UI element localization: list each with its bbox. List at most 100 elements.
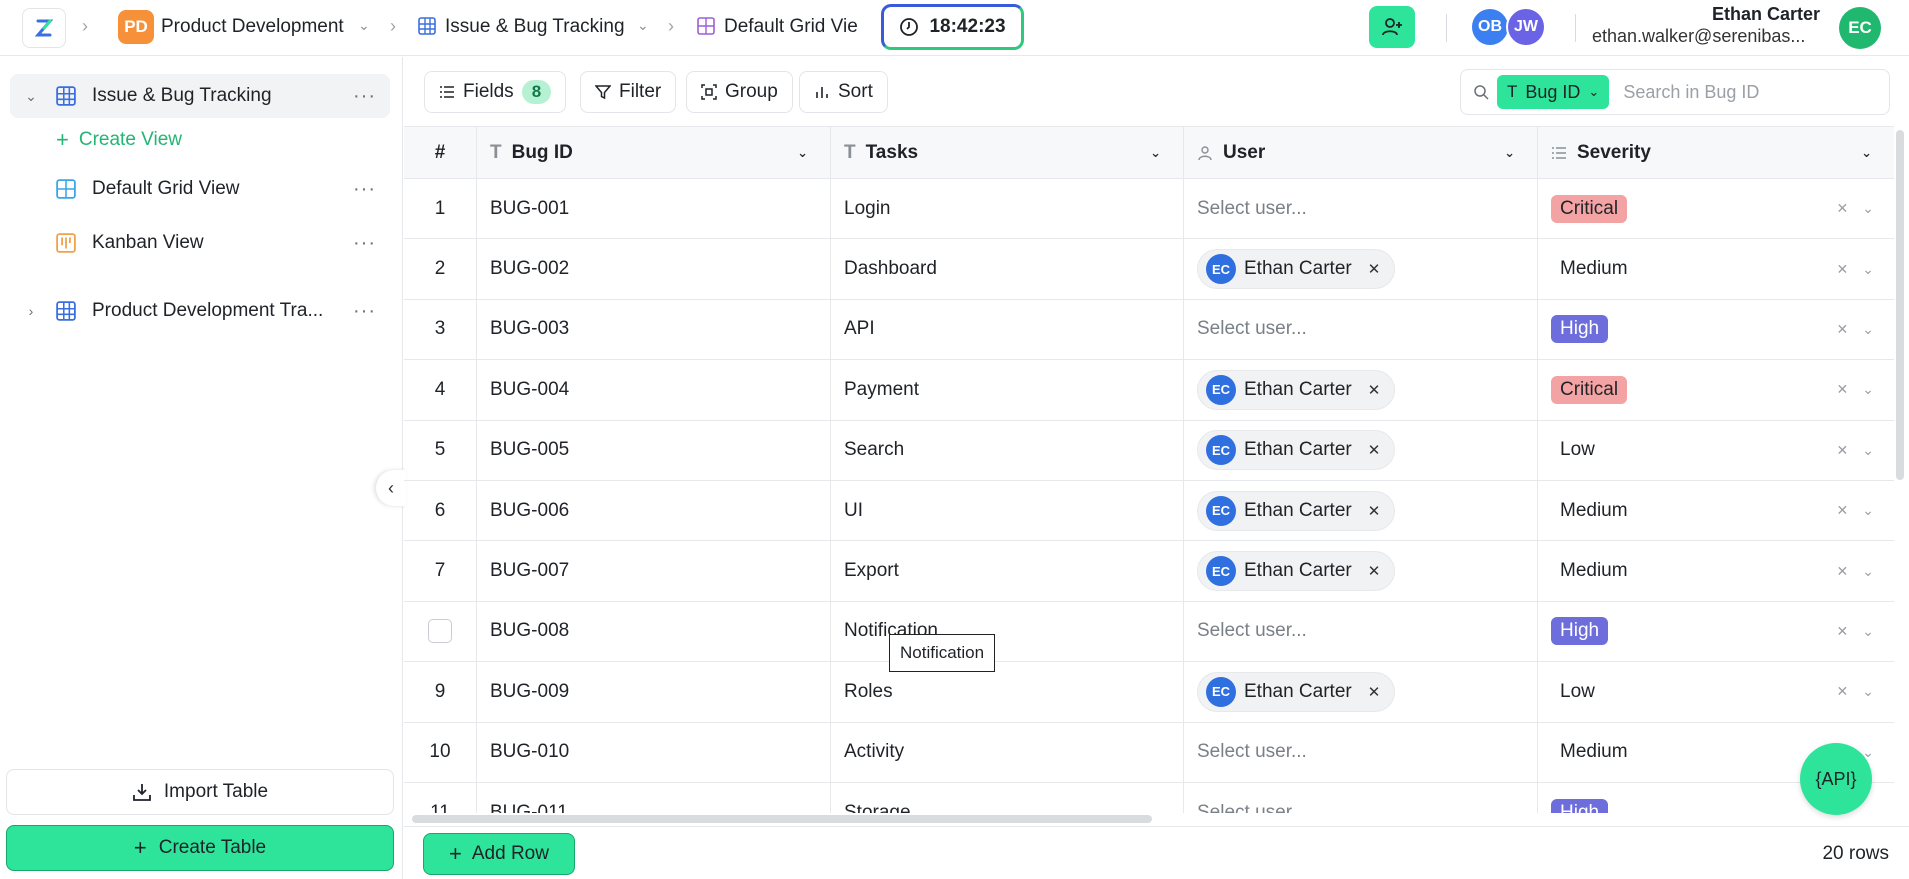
filter-button[interactable]: Filter [580, 71, 677, 113]
user-cell[interactable]: EC Ethan Carter ✕ [1184, 481, 1538, 541]
severity-cell[interactable]: Critical ✕ ⌄ [1538, 360, 1894, 419]
severity-cell[interactable]: High ✕ ⌄ [1538, 300, 1894, 359]
severity-cell[interactable]: Medium ✕ ⌄ [1538, 481, 1894, 540]
chevron-down-icon[interactable]: ⌄ [1862, 442, 1874, 459]
table-row[interactable]: 10BUG-010ActivitySelect user...Medium✕⌄ [404, 722, 1894, 783]
task-cell[interactable]: Payment [831, 360, 1184, 420]
row-number-cell[interactable]: 10 [404, 722, 477, 782]
remove-icon[interactable]: ✕ [1368, 502, 1381, 520]
clear-icon[interactable]: ✕ [1837, 200, 1849, 217]
fields-button[interactable]: Fields 8 [424, 71, 567, 113]
more-options-icon[interactable]: ··· [353, 178, 376, 201]
sidebar-table-issue-bug-tracking[interactable]: ⌄ Issue & Bug Tracking ··· [10, 74, 390, 118]
severity-cell[interactable]: Medium ✕ ⌄ [1538, 541, 1894, 600]
chevron-down-icon[interactable]: ⌄ [1504, 145, 1515, 161]
user-cell[interactable]: EC Ethan Carter ✕ [1184, 541, 1538, 601]
row-number-cell[interactable]: 9 [404, 662, 477, 722]
column-header-user[interactable]: User ⌄ [1184, 127, 1538, 178]
user-cell[interactable]: EC Ethan Carter ✕ [1184, 239, 1538, 299]
column-header-severity[interactable]: Severity ⌄ [1538, 127, 1894, 178]
row-number-cell[interactable]: 2 [404, 239, 477, 299]
bug-id-cell[interactable]: BUG-010 [477, 722, 831, 782]
chevron-down-icon[interactable]: ⌄ [1862, 261, 1874, 278]
clear-icon[interactable]: ✕ [1837, 442, 1849, 459]
chevron-down-icon[interactable]: ⌄ [1862, 321, 1874, 338]
breadcrumb-workspace[interactable]: Product Development [161, 16, 344, 38]
bug-id-cell[interactable]: BUG-008 [477, 601, 831, 662]
sidebar-view-kanban[interactable]: Kanban View ··· [10, 221, 390, 265]
chevron-down-icon[interactable]: ⌄ [1862, 563, 1874, 580]
row-number-cell[interactable] [404, 601, 477, 662]
bug-id-cell[interactable]: BUG-009 [477, 662, 831, 722]
search-input[interactable] [1623, 81, 1854, 103]
table-row[interactable]: 9 BUG-009 Roles EC Ethan Carter ✕ Low ✕ ⌄ [404, 662, 1894, 723]
bug-id-cell[interactable]: BUG-004 [477, 360, 831, 420]
table-row[interactable]: BUG-008 Notification Select user... High ✕ ⌄ [404, 601, 1894, 663]
user-chip[interactable]: EC Ethan Carter ✕ [1197, 551, 1396, 592]
row-number-cell[interactable]: 1 [404, 179, 477, 239]
task-cell[interactable]: Storage [831, 783, 1184, 813]
task-cell[interactable]: Roles [831, 662, 1184, 722]
severity-cell[interactable]: High ✕ ⌄ [1538, 602, 1894, 661]
sidebar-view-default-grid[interactable]: Default Grid View ··· [10, 167, 390, 211]
table-row[interactable]: 3 BUG-003 API Select user... High ✕ ⌄ [404, 299, 1894, 361]
table-row[interactable]: 4 BUG-004 Payment EC Ethan Carter ✕ Critical ✕ ⌄ [404, 360, 1894, 421]
chevron-down-icon[interactable]: ⌄ [1862, 502, 1874, 519]
user-chip[interactable]: EC Ethan Carter ✕ [1197, 430, 1396, 471]
user-cell[interactable]: EC Ethan Carter ✕ [1184, 662, 1538, 722]
more-options-icon[interactable]: ··· [353, 232, 376, 255]
user-chip[interactable]: EC Ethan Carter ✕ [1197, 490, 1396, 531]
severity-cell[interactable]: Medium ✕ ⌄ [1538, 239, 1894, 298]
clear-icon[interactable]: ✕ [1837, 623, 1849, 640]
user-chip[interactable]: EC Ethan Carter ✕ [1197, 671, 1396, 712]
create-view-button[interactable]: + Create View [56, 127, 182, 153]
user-chip[interactable]: EC Ethan Carter ✕ [1197, 369, 1396, 410]
bug-id-cell[interactable]: BUG-005 [477, 420, 831, 480]
invite-user-button[interactable] [1369, 6, 1415, 48]
clear-icon[interactable]: ✕ [1837, 381, 1849, 398]
chevron-down-icon[interactable]: ⌄ [1862, 623, 1874, 640]
more-options-icon[interactable]: ··· [353, 300, 376, 323]
task-cell[interactable]: Activity [831, 722, 1184, 782]
api-button[interactable]: {API} [1800, 743, 1872, 815]
create-table-button[interactable]: + Create Table [6, 825, 394, 871]
remove-icon[interactable]: ✕ [1368, 683, 1381, 701]
row-select-checkbox[interactable] [428, 619, 452, 644]
row-number-cell[interactable]: 3 [404, 299, 477, 360]
user-cell[interactable]: EC Ethan Carter ✕ [1184, 360, 1538, 420]
clear-icon[interactable]: ✕ [1837, 321, 1849, 338]
user-cell[interactable]: Select user... [1184, 722, 1538, 782]
clear-icon[interactable]: ✕ [1837, 261, 1849, 278]
bug-id-cell[interactable]: BUG-001 [477, 179, 831, 239]
collapse-sidebar-button[interactable]: ‹ [376, 470, 406, 506]
user-cell[interactable]: Select user... [1184, 299, 1538, 360]
chevron-down-icon[interactable]: ⌄ [797, 145, 808, 161]
chevron-down-icon[interactable]: ⌄ [1862, 804, 1874, 813]
row-number-cell[interactable]: 5 [404, 420, 477, 480]
clear-icon[interactable]: ✕ [1837, 563, 1849, 580]
search-field-selector[interactable]: T Bug ID ⌄ [1497, 75, 1610, 109]
task-cell[interactable]: Search [831, 420, 1184, 480]
clear-icon[interactable]: ✕ [1837, 502, 1849, 519]
app-logo[interactable] [22, 8, 66, 48]
bug-id-cell[interactable]: BUG-007 [477, 541, 831, 601]
breadcrumb-view[interactable]: Default Grid Vie [724, 16, 864, 38]
chevron-down-icon[interactable]: ⌄ [1862, 381, 1874, 398]
collaborator-avatar[interactable]: JW [1506, 7, 1546, 47]
column-header-tasks[interactable]: T Tasks ⌄ [831, 127, 1184, 178]
user-cell[interactable]: Select user... [1184, 601, 1538, 662]
task-cell[interactable]: Login [831, 179, 1184, 239]
row-number-cell[interactable]: 11 [404, 783, 477, 813]
chevron-down-icon[interactable]: ⌄ [1862, 683, 1874, 700]
severity-cell[interactable]: Low ✕ ⌄ [1538, 421, 1894, 480]
chevron-right-icon[interactable]: › [20, 303, 42, 319]
breadcrumb-table[interactable]: Issue & Bug Tracking [445, 16, 625, 38]
remove-icon[interactable]: ✕ [1368, 381, 1381, 399]
table-row[interactable]: 6 BUG-006 UI EC Ethan Carter ✕ Medium ✕ ⌄ [404, 481, 1894, 542]
chevron-down-icon[interactable]: ⌄ [20, 88, 42, 105]
user-avatar[interactable]: EC [1839, 7, 1881, 49]
clear-icon[interactable]: ✕ [1837, 683, 1849, 700]
collaborator-avatar[interactable]: OB [1470, 7, 1510, 47]
chevron-down-icon[interactable]: ⌄ [358, 17, 370, 34]
user-chip[interactable]: EC Ethan Carter ✕ [1197, 249, 1396, 290]
